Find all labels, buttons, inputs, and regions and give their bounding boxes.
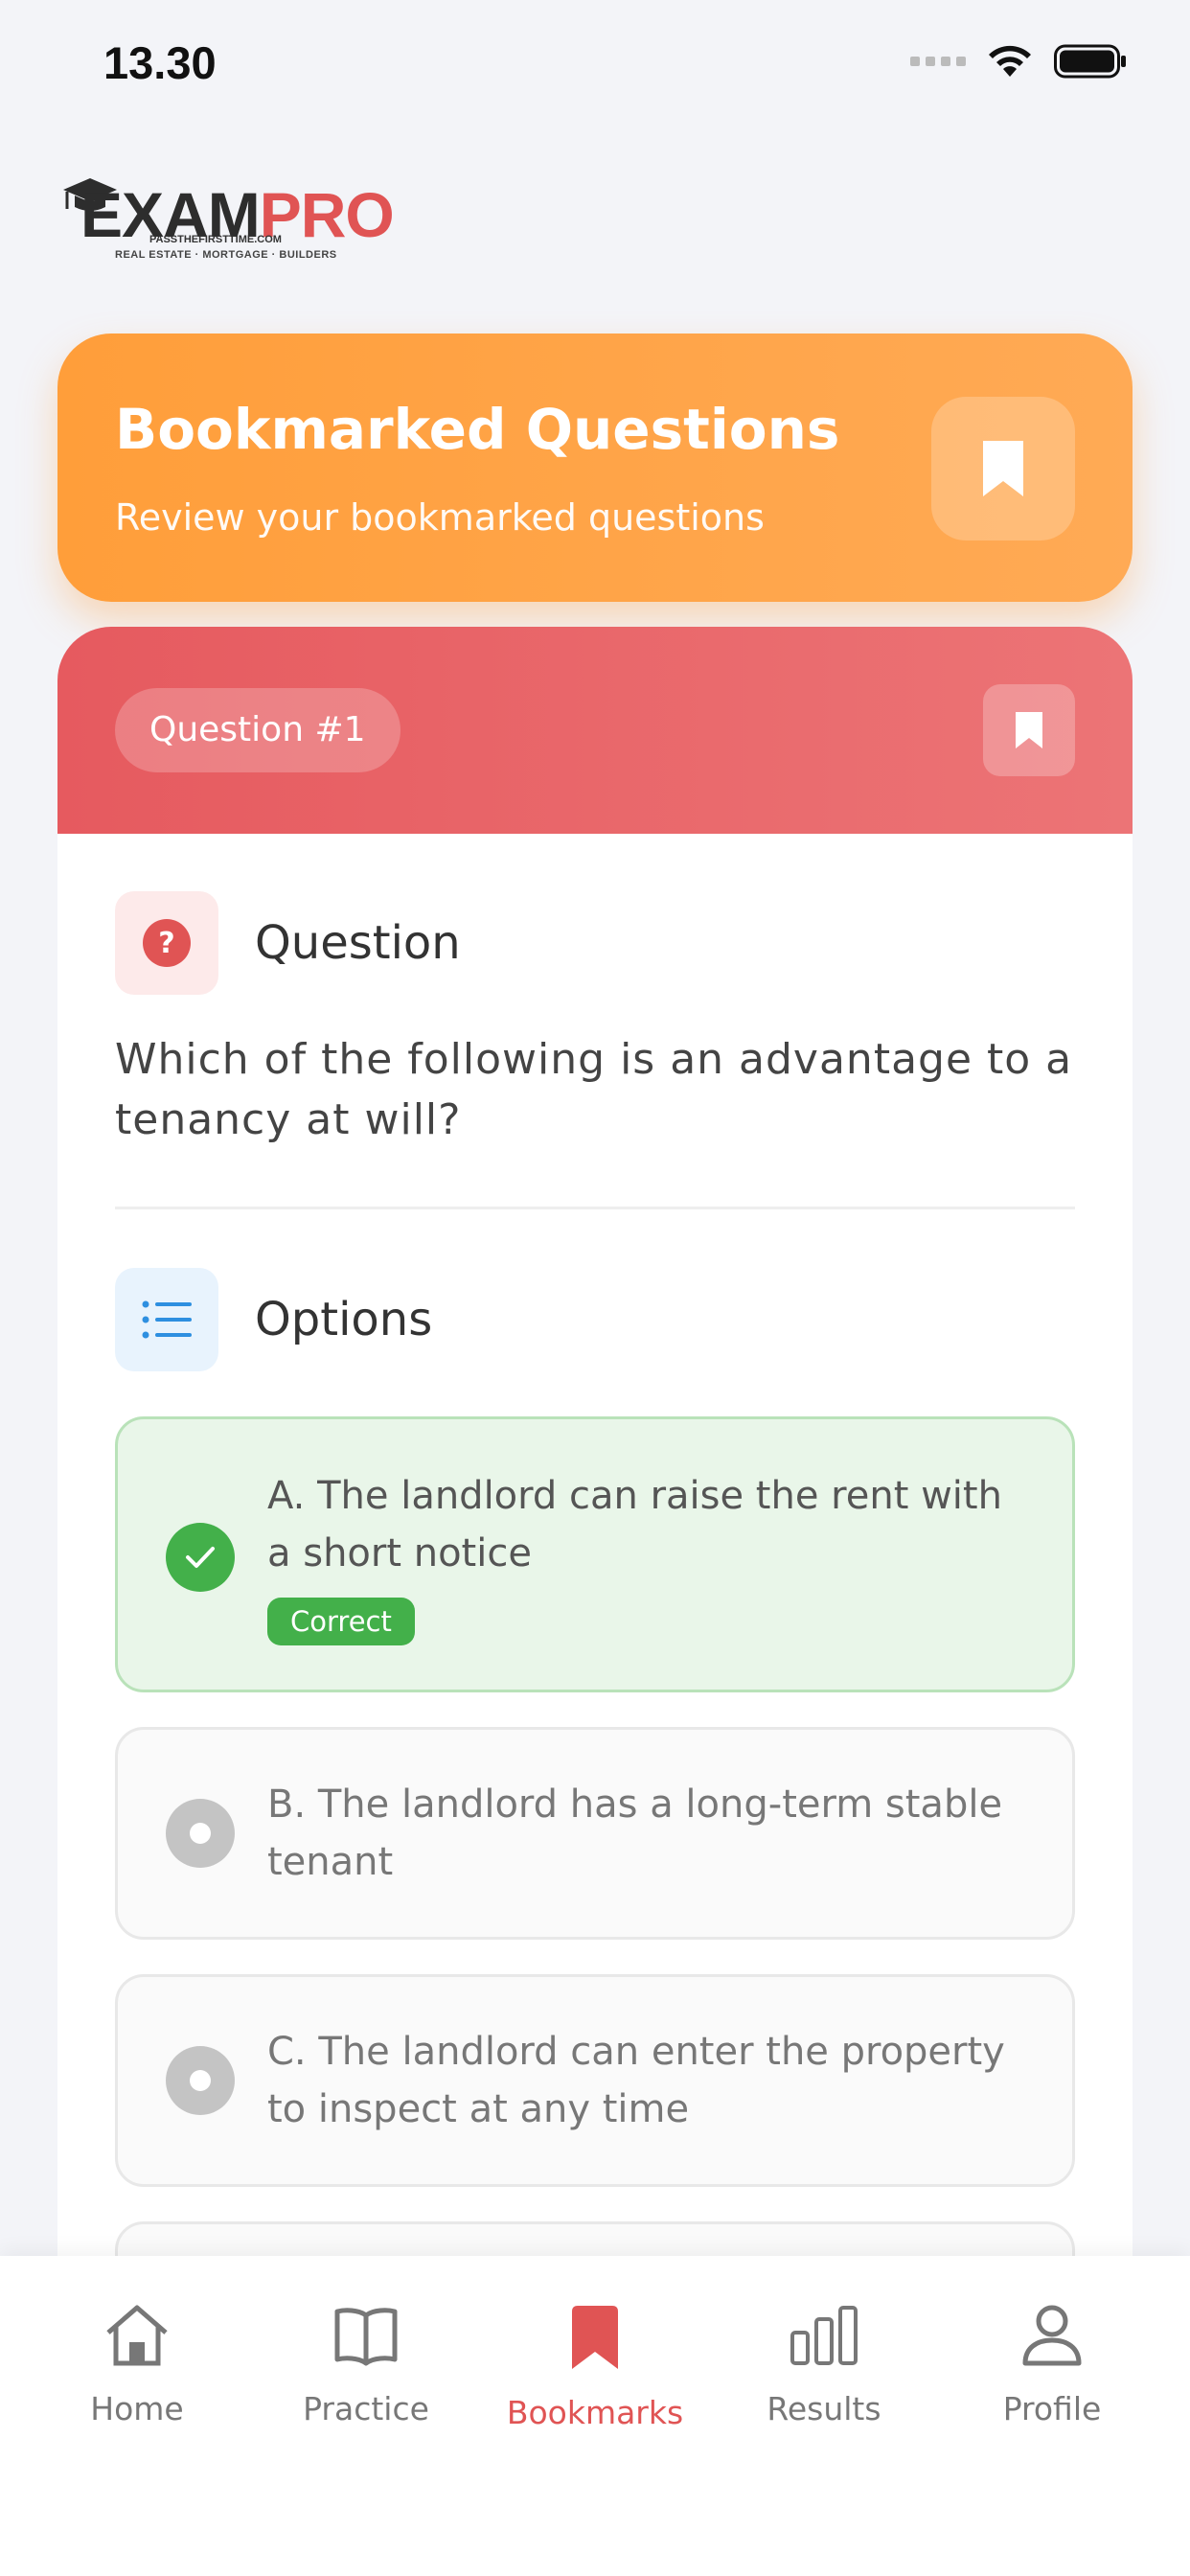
options-section-label: Options: [255, 1293, 433, 1346]
correct-badge: Correct: [267, 1598, 415, 1645]
bookmarks-header-card: Bookmarked Questions Review your bookmar…: [57, 334, 1133, 602]
battery-icon: [1054, 44, 1126, 79]
question-mark-icon: ?: [143, 919, 191, 967]
bookmark-icon: [572, 2306, 618, 2369]
option-a-text: A. The landlord can raise the rent with …: [267, 1474, 1002, 1576]
tab-profile-label: Profile: [1002, 2390, 1102, 2427]
tab-results-label: Results: [767, 2390, 881, 2427]
question-section-header: ? Question: [115, 891, 461, 995]
tab-profile[interactable]: Profile: [956, 2304, 1148, 2427]
section-divider: [115, 1207, 1075, 1209]
options-section-header: Options: [115, 1268, 432, 1371]
tab-practice-label: Practice: [303, 2390, 429, 2427]
help-icon-container: ?: [115, 891, 218, 995]
option-b-text: B. The landlord has a long-term stable t…: [267, 1782, 1003, 1884]
tab-home-label: Home: [90, 2390, 184, 2427]
correct-check-icon: [166, 1523, 235, 1592]
list-icon-container: [115, 1268, 218, 1371]
option-c-text: C. The landlord can enter the property t…: [267, 2030, 1005, 2131]
question-section-label: Question: [255, 916, 461, 970]
tab-practice[interactable]: Practice: [270, 2304, 462, 2427]
remove-bookmark-button[interactable]: [983, 684, 1075, 776]
status-icons: [910, 44, 1127, 79]
tab-bookmarks-label: Bookmarks: [506, 2394, 684, 2431]
status-time: 13.30: [103, 37, 217, 88]
bookmarks-screen: 13.30 EXAMPRO PASSTHEFIRSTTIME.COM REAL …: [0, 0, 1190, 2576]
tab-home[interactable]: Home: [41, 2304, 233, 2427]
logo-subtagline: REAL ESTATE · MORTGAGE · BUILDERS: [115, 249, 337, 261]
option-a[interactable]: A. The landlord can raise the rent with …: [115, 1416, 1075, 1692]
logo-tagline: PASSTHEFIRSTTIME.COM: [149, 234, 282, 245]
bottom-tab-bar: Home Practice Bookmarks Results Profile: [0, 2256, 1190, 2576]
question-text: Which of the following is an advantage t…: [115, 1035, 1073, 1144]
bookmark-icon: [983, 441, 1023, 496]
question-number-badge: Question #1: [115, 688, 400, 772]
option-b[interactable]: B. The landlord has a long-term stable t…: [115, 1727, 1075, 1940]
user-icon: [1022, 2305, 1082, 2366]
cellular-signal-icon: [910, 57, 966, 66]
header-bookmark-badge: [931, 397, 1075, 540]
bar-chart-icon: [790, 2306, 858, 2365]
radio-unselected-icon: [166, 2046, 235, 2115]
wifi-icon: [989, 45, 1031, 77]
exampro-logo: EXAMPRO PASSTHEFIRSTTIME.COM REAL ESTATE…: [61, 169, 395, 274]
option-c[interactable]: C. The landlord can enter the property t…: [115, 1974, 1075, 2187]
tab-bookmarks[interactable]: Bookmarks: [499, 2304, 691, 2431]
bookmark-icon: [1016, 712, 1042, 748]
list-icon: [142, 1300, 192, 1339]
page-subtitle: Review your bookmarked questions: [115, 496, 765, 539]
book-icon: [334, 2308, 398, 2366]
radio-unselected-icon: [166, 1799, 235, 1868]
home-icon: [106, 2305, 168, 2366]
status-bar: 13.30: [0, 0, 1190, 134]
tab-results[interactable]: Results: [728, 2304, 920, 2427]
page-title: Bookmarked Questions: [115, 397, 840, 462]
svg-text:?: ?: [158, 927, 174, 960]
question-card-header: Question #1: [57, 627, 1133, 834]
